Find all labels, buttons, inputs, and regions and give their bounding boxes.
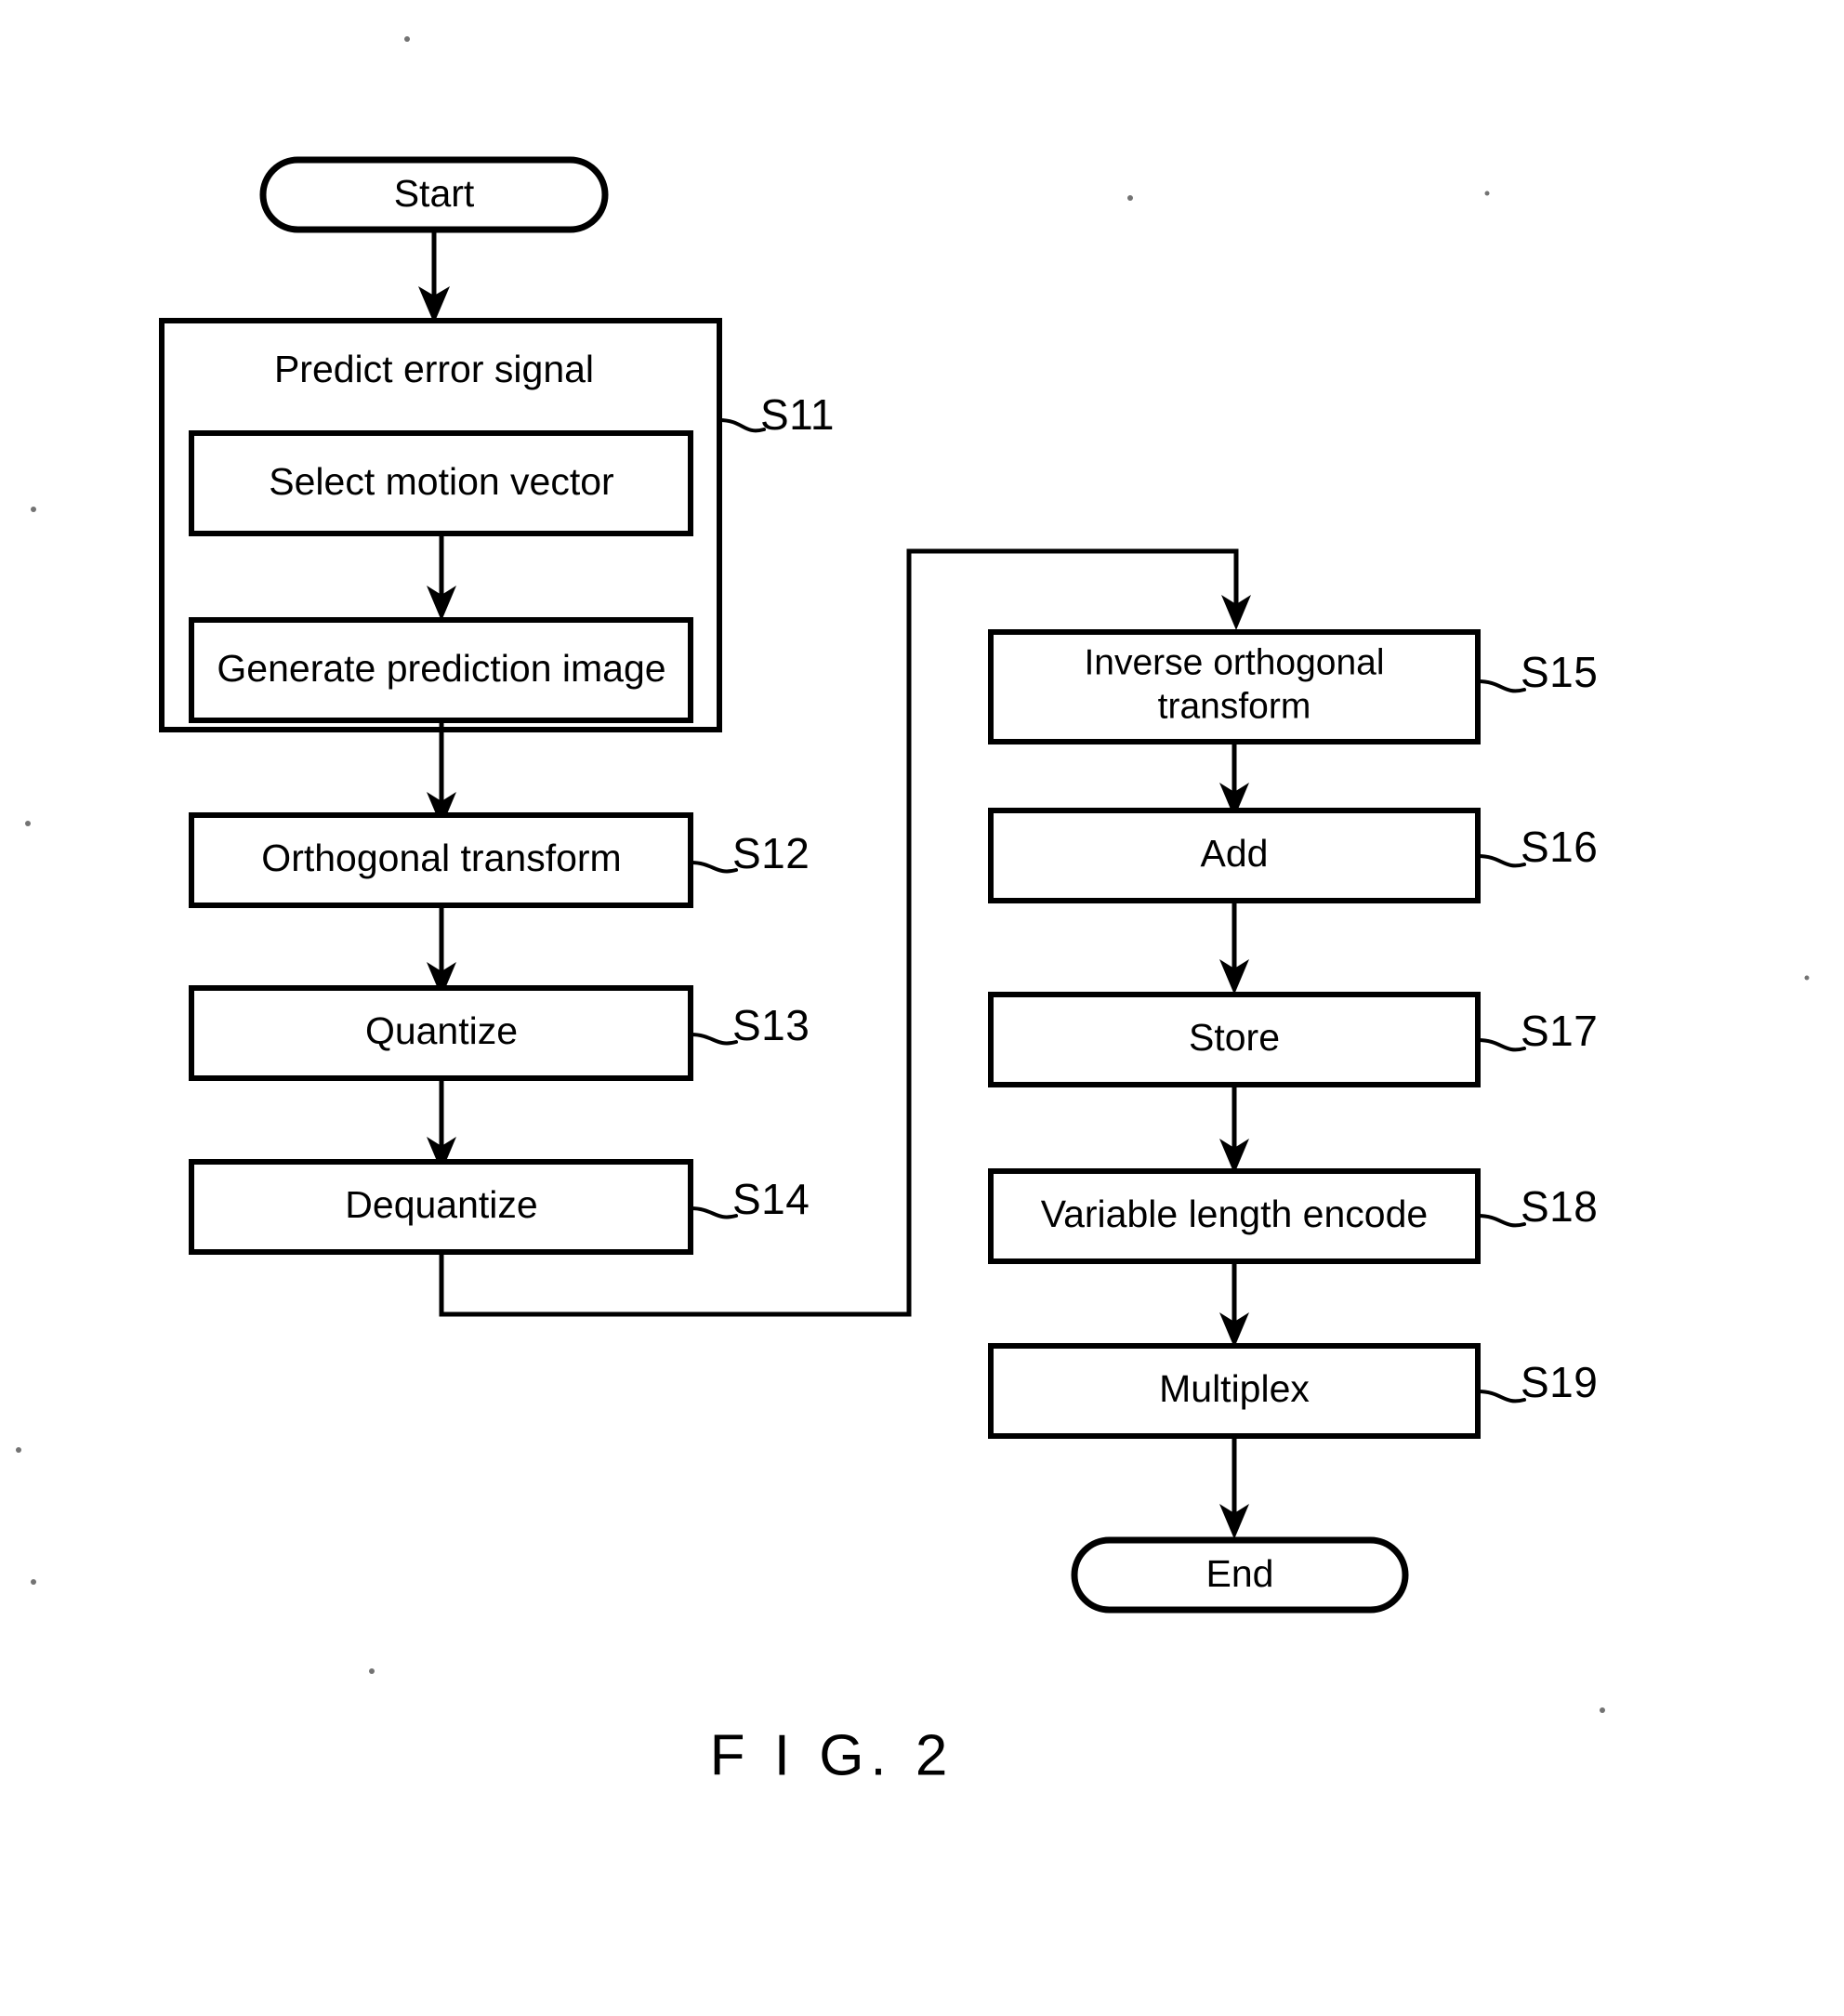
inverse-orthogonal-transform-label-line1: Inverse orthogonal xyxy=(1084,642,1384,682)
figure-root: Start Predict error signal S11 Select mo… xyxy=(0,0,1844,2016)
step-label-s17-text: S17 xyxy=(1521,1007,1598,1055)
connector-s15-to-s16 xyxy=(1219,739,1249,818)
add-label: Add xyxy=(1201,832,1269,875)
step-label-s14: S14 xyxy=(689,1175,810,1223)
connector-s11-to-s12 xyxy=(427,718,456,827)
step-label-s12: S12 xyxy=(689,829,810,877)
end-terminal-label: End xyxy=(1206,1552,1274,1595)
step-label-s18-text: S18 xyxy=(1521,1182,1598,1231)
step-label-s19-text: S19 xyxy=(1521,1358,1598,1406)
step-label-s13-text: S13 xyxy=(732,1001,810,1049)
step-label-s17: S17 xyxy=(1476,1007,1598,1055)
end-terminal: End xyxy=(1071,1536,1409,1614)
connector-s12-to-s13 xyxy=(427,903,456,997)
select-motion-vector-label: Select motion vector xyxy=(269,460,613,503)
node-multiplex: Multiplex xyxy=(988,1343,1481,1439)
step-label-s11: S11 xyxy=(718,390,835,439)
step-label-s19: S19 xyxy=(1476,1358,1598,1406)
start-terminal-label: Start xyxy=(394,172,475,215)
dequantize-label: Dequantize xyxy=(345,1183,537,1226)
node-orthogonal-transform: Orthogonal transform xyxy=(189,812,693,908)
generate-prediction-image-label: Generate prediction image xyxy=(217,647,665,690)
node-inverse-orthogonal-transform: Inverse orthogonal transform xyxy=(988,629,1481,744)
step-label-s14-text: S14 xyxy=(732,1175,810,1223)
step-label-s12-text: S12 xyxy=(732,829,810,877)
store-label: Store xyxy=(1189,1016,1280,1059)
connector-s13-to-s14 xyxy=(427,1075,456,1172)
connector-s16-to-s17 xyxy=(1219,898,1249,995)
node-add: Add xyxy=(988,808,1481,903)
variable-length-encode-label: Variable length encode xyxy=(1041,1192,1428,1235)
step-label-s13: S13 xyxy=(689,1001,810,1049)
connector-s19-to-end xyxy=(1219,1433,1249,1539)
start-terminal: Start xyxy=(259,156,609,233)
flowchart-diagram: Start Predict error signal S11 Select mo… xyxy=(16,36,1810,1787)
quantize-label: Quantize xyxy=(365,1009,518,1052)
node-generate-prediction-image: Generate prediction image xyxy=(189,617,693,723)
step-label-s16-text: S16 xyxy=(1521,823,1598,871)
connector-s17-to-s18 xyxy=(1219,1082,1249,1174)
orthogonal-transform-label: Orthogonal transform xyxy=(261,837,621,879)
node-variable-length-encode: Variable length encode xyxy=(988,1168,1481,1264)
step-label-s15-text: S15 xyxy=(1521,648,1598,696)
step-label-s18: S18 xyxy=(1476,1182,1598,1231)
predict-error-signal-label: Predict error signal xyxy=(274,348,594,390)
multiplex-label: Multiplex xyxy=(1159,1367,1310,1410)
figure-caption: F I G. 2 xyxy=(710,1723,955,1787)
step-label-s15: S15 xyxy=(1476,648,1598,696)
node-quantize: Quantize xyxy=(189,985,693,1081)
node-select-motion-vector: Select motion vector xyxy=(189,430,693,536)
node-dequantize: Dequantize xyxy=(189,1159,693,1255)
connector-start-to-s11 xyxy=(418,227,450,323)
step-label-s16: S16 xyxy=(1476,823,1598,871)
inverse-orthogonal-transform-label-line2: transform xyxy=(1158,686,1311,726)
step-label-s11-text: S11 xyxy=(760,390,835,439)
node-store: Store xyxy=(988,992,1481,1087)
connector-s18-to-s19 xyxy=(1219,1258,1249,1348)
connector-smv-to-gpi xyxy=(427,531,456,621)
